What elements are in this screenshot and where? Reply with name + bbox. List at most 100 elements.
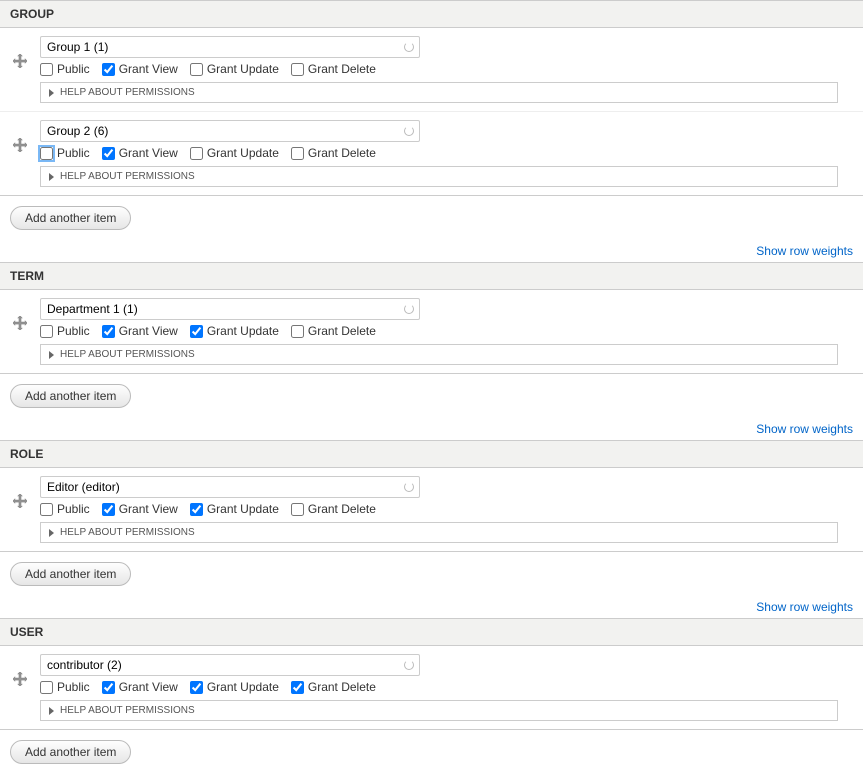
checkbox-grant-update[interactable] — [190, 325, 203, 338]
drag-handle-icon[interactable] — [13, 54, 27, 71]
drag-handle[interactable] — [0, 36, 40, 71]
autocomplete-input[interactable] — [40, 476, 420, 498]
add-another-button[interactable]: Add another item — [10, 562, 131, 586]
checkbox-item-grant-view[interactable]: Grant View — [102, 146, 178, 160]
add-another-button[interactable]: Add another item — [10, 740, 131, 764]
throbber-icon — [404, 482, 414, 492]
checkbox-public[interactable] — [40, 63, 53, 76]
checkbox-grant-view[interactable] — [102, 681, 115, 694]
autocomplete-field — [40, 120, 420, 142]
checkbox-item-grant-update[interactable]: Grant Update — [190, 62, 279, 76]
help-permissions-toggle[interactable]: HELP ABOUT PERMISSIONS — [40, 522, 838, 543]
checkbox-row: Public Grant View Grant Update Grant Delete — [40, 324, 851, 338]
throbber-icon — [404, 126, 414, 136]
help-permissions-toggle[interactable]: HELP ABOUT PERMISSIONS — [40, 166, 838, 187]
checkbox-item-grant-view[interactable]: Grant View — [102, 680, 178, 694]
checkbox-item-grant-update[interactable]: Grant Update — [190, 502, 279, 516]
checkbox-label-grant-update: Grant Update — [207, 502, 279, 516]
show-weights-wrap: Show row weights — [0, 240, 863, 262]
checkbox-grant-update[interactable] — [190, 147, 203, 160]
checkbox-public[interactable] — [40, 681, 53, 694]
checkbox-item-grant-view[interactable]: Grant View — [102, 324, 178, 338]
checkbox-grant-delete[interactable] — [291, 325, 304, 338]
checkbox-label-grant-view: Grant View — [119, 680, 178, 694]
checkbox-row: Public Grant View Grant Update Grant Delete — [40, 62, 851, 76]
checkbox-item-public[interactable]: Public — [40, 146, 90, 160]
checkbox-grant-delete[interactable] — [291, 63, 304, 76]
checkbox-label-public: Public — [57, 502, 90, 516]
checkbox-item-grant-update[interactable]: Grant Update — [190, 324, 279, 338]
checkbox-grant-update[interactable] — [190, 503, 203, 516]
checkbox-grant-delete[interactable] — [291, 503, 304, 516]
add-another-button[interactable]: Add another item — [10, 384, 131, 408]
checkbox-grant-view[interactable] — [102, 503, 115, 516]
item-content: Public Grant View Grant Update Grant Delete… — [40, 476, 863, 543]
show-row-weights-link[interactable]: Show row weights — [756, 244, 853, 258]
checkbox-row: Public Grant View Grant Update Grant Delete — [40, 146, 851, 160]
help-permissions-toggle[interactable]: HELP ABOUT PERMISSIONS — [40, 344, 838, 365]
checkbox-grant-delete[interactable] — [291, 147, 304, 160]
autocomplete-input[interactable] — [40, 120, 420, 142]
checkbox-grant-view[interactable] — [102, 63, 115, 76]
triangle-right-icon — [49, 173, 54, 181]
checkbox-label-public: Public — [57, 680, 90, 694]
checkbox-label-grant-delete: Grant Delete — [308, 502, 376, 516]
checkbox-label-grant-update: Grant Update — [207, 680, 279, 694]
autocomplete-input[interactable] — [40, 654, 420, 676]
triangle-right-icon — [49, 89, 54, 97]
checkbox-row: Public Grant View Grant Update Grant Delete — [40, 502, 851, 516]
show-row-weights-link[interactable]: Show row weights — [756, 422, 853, 436]
help-permissions-label: HELP ABOUT PERMISSIONS — [60, 87, 195, 98]
autocomplete-input[interactable] — [40, 36, 420, 58]
show-row-weights-link[interactable]: Show row weights — [756, 600, 853, 614]
checkbox-label-grant-update: Grant Update — [207, 62, 279, 76]
drag-handle[interactable] — [0, 120, 40, 155]
checkbox-item-grant-delete[interactable]: Grant Delete — [291, 502, 376, 516]
checkbox-public[interactable] — [40, 147, 53, 160]
checkbox-item-grant-delete[interactable]: Grant Delete — [291, 680, 376, 694]
checkbox-item-grant-update[interactable]: Grant Update — [190, 680, 279, 694]
add-item-wrap: Add another item — [0, 552, 863, 596]
checkbox-item-grant-delete[interactable]: Grant Delete — [291, 146, 376, 160]
checkbox-label-grant-view: Grant View — [119, 502, 178, 516]
checkbox-grant-update[interactable] — [190, 681, 203, 694]
checkbox-grant-update[interactable] — [190, 63, 203, 76]
checkbox-grant-view[interactable] — [102, 325, 115, 338]
checkbox-public[interactable] — [40, 503, 53, 516]
drag-handle-icon[interactable] — [13, 494, 27, 511]
drag-handle-icon[interactable] — [13, 316, 27, 333]
drag-handle-icon[interactable] — [13, 672, 27, 689]
autocomplete-input[interactable] — [40, 298, 420, 320]
triangle-right-icon — [49, 707, 54, 715]
checkbox-item-grant-delete[interactable]: Grant Delete — [291, 324, 376, 338]
checkbox-item-public[interactable]: Public — [40, 62, 90, 76]
drag-handle[interactable] — [0, 654, 40, 689]
checkbox-label-grant-update: Grant Update — [207, 324, 279, 338]
checkbox-public[interactable] — [40, 325, 53, 338]
drag-handle[interactable] — [0, 298, 40, 333]
drag-handle[interactable] — [0, 476, 40, 511]
checkbox-item-public[interactable]: Public — [40, 502, 90, 516]
drag-handle-icon[interactable] — [13, 138, 27, 155]
checkbox-grant-view[interactable] — [102, 147, 115, 160]
help-permissions-label: HELP ABOUT PERMISSIONS — [60, 171, 195, 182]
checkbox-item-grant-update[interactable]: Grant Update — [190, 146, 279, 160]
section-body: Public Grant View Grant Update Grant Delete… — [0, 290, 863, 374]
item-row: Public Grant View Grant Update Grant Delete… — [0, 468, 863, 551]
checkbox-item-grant-view[interactable]: Grant View — [102, 62, 178, 76]
add-item-wrap: Add another item — [0, 730, 863, 774]
help-permissions-toggle[interactable]: HELP ABOUT PERMISSIONS — [40, 700, 838, 721]
checkbox-label-grant-update: Grant Update — [207, 146, 279, 160]
checkbox-item-grant-delete[interactable]: Grant Delete — [291, 62, 376, 76]
checkbox-item-grant-view[interactable]: Grant View — [102, 502, 178, 516]
throbber-icon — [404, 304, 414, 314]
help-permissions-label: HELP ABOUT PERMISSIONS — [60, 527, 195, 538]
help-permissions-toggle[interactable]: HELP ABOUT PERMISSIONS — [40, 82, 838, 103]
checkbox-item-public[interactable]: Public — [40, 680, 90, 694]
help-permissions-label: HELP ABOUT PERMISSIONS — [60, 705, 195, 716]
checkbox-grant-delete[interactable] — [291, 681, 304, 694]
checkbox-label-public: Public — [57, 62, 90, 76]
checkbox-label-grant-view: Grant View — [119, 324, 178, 338]
checkbox-item-public[interactable]: Public — [40, 324, 90, 338]
add-another-button[interactable]: Add another item — [10, 206, 131, 230]
